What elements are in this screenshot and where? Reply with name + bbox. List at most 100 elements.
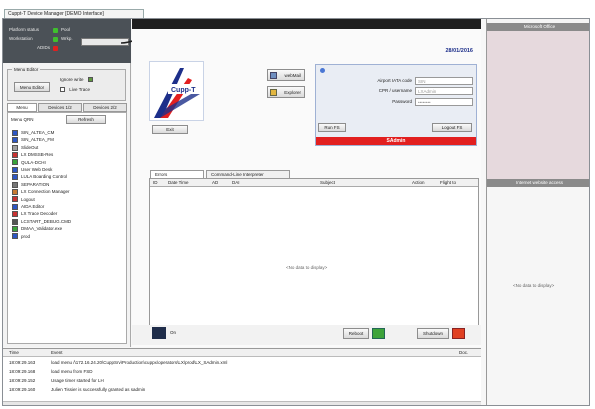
right-panel: Microsoft Office Internet website access… [486, 19, 589, 405]
menu-item[interactable]: SIN_ALTEA_FM [12, 136, 54, 144]
webmail-button[interactable]: webMail [267, 69, 305, 81]
left-panel: Platform status Pool Workstation Wrkp. A… [3, 19, 142, 347]
log-column-header: Doc. [459, 350, 469, 355]
menu-item-label: QULA-DCHI [21, 159, 46, 165]
menu-editor-box: Menu Editor Menu Editor Ignore write Liv… [7, 67, 126, 101]
checkbox-icon [87, 77, 93, 83]
menu-item[interactable]: SIN_ALTEA_CM [12, 129, 54, 136]
tab-command-line[interactable]: Command-Line Interpreter [206, 170, 290, 178]
log-time: 18:09:29.163 [9, 360, 36, 365]
status-value: Pool [61, 27, 71, 32]
svg-text:Cupp-T: Cupp-T [171, 87, 196, 94]
menu-item-icon [12, 129, 18, 136]
menu-item-label: SlideOut [21, 144, 39, 150]
cpr-input[interactable]: LXAdmin [415, 87, 473, 95]
bottom-toolbar: On Reboot Shutdown [132, 325, 481, 345]
reboot-icon[interactable] [372, 328, 385, 339]
log-time: 18:09:29.152 [9, 378, 36, 383]
menu-item[interactable]: Logout [12, 196, 35, 203]
menu-item[interactable]: SlideOut [12, 144, 38, 151]
menu-item-icon [12, 226, 18, 232]
ignore-write-label: Ignore write [60, 77, 84, 82]
menu-item-icon [12, 166, 18, 173]
tab-menu[interactable]: Menu [7, 103, 37, 112]
menu-item[interactable]: User Web Desk [12, 166, 52, 173]
menu-item-icon [12, 233, 18, 240]
menu-item-label: User Web Desk [21, 167, 53, 172]
menu-item[interactable]: LCSTART_DEBUG.CMD [12, 218, 71, 225]
cuppt-logo: Cupp-T [149, 61, 204, 121]
log-row: 18:09:29.152 Usage timer started for LH [9, 378, 104, 383]
mail-icon [270, 72, 277, 79]
airport-input[interactable]: SIN [415, 77, 473, 85]
log-time: 18:09:29.160 [9, 387, 36, 392]
login-panel: Airport IATA code SIN CPR / username LXA… [315, 64, 477, 146]
header-bar [132, 19, 481, 29]
menu-item[interactable]: SEPARATION [12, 181, 49, 188]
refresh-button[interactable]: Refresh [66, 115, 106, 124]
tab-devices-2[interactable]: Devices 2/2 [83, 103, 127, 112]
column-header: Subject [320, 180, 336, 185]
status-bar: SAdmin [316, 137, 476, 145]
webmail-label: webMail [284, 73, 301, 78]
status-red-icon [53, 46, 58, 51]
menu-item-label: LX DMSSB-Res [21, 152, 54, 158]
on-label: On [170, 330, 177, 335]
menu-item-icon [12, 218, 18, 225]
menu-item-icon [12, 203, 18, 210]
log-column-header: Time [9, 350, 19, 355]
menu-item[interactable]: LX Connection Manager [12, 188, 70, 195]
exit-button[interactable]: Exit [152, 125, 188, 134]
run-fs-button[interactable]: Run FS [318, 123, 346, 132]
log-event: load menu from FSD [51, 369, 93, 374]
speaker-icon[interactable] [152, 327, 166, 339]
status-row-platform: Platform status Pool [9, 27, 70, 33]
password-input[interactable]: •••••••• [415, 98, 473, 106]
status-label: ADIDs [37, 45, 51, 50]
live-trace-checkbox[interactable]: Live Trace [60, 87, 91, 93]
menu-item-label: SIN_ALTEA_FM [21, 137, 54, 143]
shutdown-button[interactable]: Shutdown [417, 328, 449, 339]
web-empty-text: <No data to display> [513, 283, 555, 288]
web-header: Internet website access [487, 179, 589, 187]
column-header: Action [412, 180, 425, 185]
menu-item[interactable]: LX Trace Decoder [12, 210, 57, 218]
logout-fs-button[interactable]: Logout FS [432, 123, 472, 132]
log-scrollbar[interactable] [3, 401, 481, 405]
grid-empty-text: <No data to display> [286, 265, 328, 270]
menu-item-label: LX Connection Manager [21, 189, 70, 195]
status-panel: Platform status Pool Workstation Wrkp. A… [3, 19, 142, 63]
menu-item-label: SIN_ALTEA_CM [21, 130, 55, 135]
status-label: Platform status [9, 27, 40, 32]
column-header: ID [153, 180, 158, 185]
menu-item-icon [12, 196, 18, 203]
menu-item[interactable]: AIDA Editor [12, 203, 44, 210]
live-trace-label: Live Trace [69, 87, 91, 92]
menu-item-icon [12, 137, 18, 144]
reboot-button[interactable]: Reboot [343, 328, 369, 339]
explorer-button[interactable]: Explorer [267, 86, 305, 98]
menu-item[interactable]: LX DMSSB-Res [12, 151, 53, 158]
cpr-label: CPR / username [378, 88, 412, 93]
menu-editor-button[interactable]: Menu Editor [14, 82, 50, 92]
center-panel: 28/01/2016 Cupp-T Exit webMail Explorer … [132, 19, 481, 347]
menu-item[interactable]: DMAA_Validator.exe [12, 225, 62, 232]
menu-item[interactable]: LULA Boarding Control [12, 173, 68, 181]
checkbox-icon [60, 87, 65, 93]
log-column-header: Event [51, 350, 63, 355]
menu-item-icon [12, 174, 18, 181]
power-icon[interactable] [452, 328, 465, 339]
status-label: Workstation [9, 36, 33, 41]
menu-item[interactable]: QULA-DCHI [12, 159, 46, 166]
log-time: 18:09:29.168 [9, 369, 36, 374]
ignore-write-checkbox[interactable]: Ignore write [60, 77, 93, 83]
web-area: <No data to display> [487, 187, 589, 405]
office-area [487, 31, 589, 179]
tab-errors[interactable]: Errors [150, 170, 204, 178]
grid-header: ID Date Time AD DAI Subject Action Fligh… [150, 179, 478, 187]
menu-item[interactable]: prod [12, 233, 30, 240]
app-window: Platform status Pool Workstation Wrkp. A… [2, 18, 590, 406]
left-tabs: Menu Devices 1/2 Devices 2/2 [7, 103, 127, 112]
menu-item-label: LULA Boarding Control [21, 174, 68, 180]
tab-devices-1[interactable]: Devices 1/2 [38, 103, 82, 112]
